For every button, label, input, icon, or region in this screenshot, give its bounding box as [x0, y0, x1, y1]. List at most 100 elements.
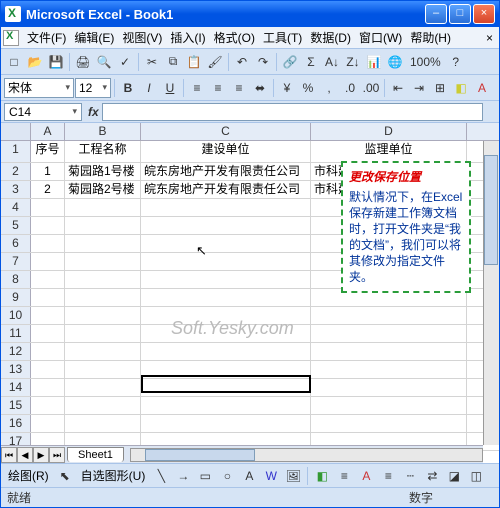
menu-data[interactable]: 数据(D): [306, 27, 355, 48]
cell[interactable]: [31, 271, 65, 288]
format-painter-icon[interactable]: 🖌: [205, 52, 225, 72]
line-icon[interactable]: ╲: [151, 466, 171, 486]
cell[interactable]: [311, 307, 467, 324]
row-header[interactable]: 5: [1, 217, 31, 234]
tab-nav-prev-icon[interactable]: ◀: [17, 447, 33, 463]
cell[interactable]: [31, 379, 65, 396]
menu-help[interactable]: 帮助(H): [406, 27, 455, 48]
tab-nav-first-icon[interactable]: ⏮: [1, 447, 17, 463]
header-cell-D[interactable]: 监理单位: [311, 141, 467, 162]
row-header[interactable]: 2: [1, 163, 31, 180]
menu-format[interactable]: 格式(O): [210, 27, 259, 48]
cell[interactable]: [65, 289, 141, 306]
hscroll-thumb[interactable]: [145, 449, 255, 461]
worksheet-grid[interactable]: A B C D 1序号工程名称建设单位监理单位21菊园路1号楼皖东房地产开发有限…: [1, 123, 499, 463]
row-header[interactable]: 15: [1, 397, 31, 414]
menu-tools[interactable]: 工具(T): [259, 27, 306, 48]
currency-icon[interactable]: ¥: [277, 78, 297, 98]
autoshapes-menu[interactable]: 自选图形(U): [77, 465, 150, 486]
italic-button[interactable]: I: [139, 78, 159, 98]
oval-icon[interactable]: ○: [217, 466, 237, 486]
cell[interactable]: [311, 325, 467, 342]
sort-desc-icon[interactable]: Z↓: [343, 52, 363, 72]
save-icon[interactable]: 💾: [46, 52, 66, 72]
cell[interactable]: [65, 415, 141, 432]
vertical-scrollbar[interactable]: [483, 141, 499, 445]
autosum-icon[interactable]: Σ: [301, 52, 321, 72]
merge-center-icon[interactable]: ⬌: [250, 78, 270, 98]
arrow-icon[interactable]: →: [173, 466, 193, 486]
name-box[interactable]: C14 ▾: [4, 103, 82, 121]
cell[interactable]: 皖东房地产开发有限责任公司: [141, 163, 311, 180]
redo-icon[interactable]: ↷: [253, 52, 273, 72]
copy-icon[interactable]: ⧉: [163, 52, 183, 72]
cell[interactable]: [65, 325, 141, 342]
comma-icon[interactable]: ,: [319, 78, 339, 98]
open-icon[interactable]: 📂: [25, 52, 45, 72]
cut-icon[interactable]: ✂: [142, 52, 162, 72]
help-icon[interactable]: ?: [446, 52, 466, 72]
row-header[interactable]: 8: [1, 271, 31, 288]
row-header[interactable]: 16: [1, 415, 31, 432]
header-cell-C[interactable]: 建设单位: [141, 141, 311, 162]
cell[interactable]: [311, 415, 467, 432]
wordart-icon[interactable]: W: [261, 466, 281, 486]
draw-menu[interactable]: 绘图(R): [4, 465, 53, 486]
line-color-icon[interactable]: ≡: [334, 466, 354, 486]
cell[interactable]: [311, 379, 467, 396]
percent-icon[interactable]: %: [298, 78, 318, 98]
row-header[interactable]: 3: [1, 181, 31, 198]
cell[interactable]: [141, 217, 311, 234]
cell[interactable]: [31, 289, 65, 306]
hyperlink-icon[interactable]: 🔗: [280, 52, 300, 72]
bold-button[interactable]: B: [118, 78, 138, 98]
cell[interactable]: [65, 361, 141, 378]
cell[interactable]: [65, 271, 141, 288]
row-header[interactable]: 9: [1, 289, 31, 306]
cell[interactable]: [311, 361, 467, 378]
cell[interactable]: [65, 379, 141, 396]
menu-file[interactable]: 文件(F): [23, 27, 70, 48]
fill-color-icon[interactable]: ◧: [451, 78, 471, 98]
inc-decimal-icon[interactable]: .0: [340, 78, 360, 98]
research-icon[interactable]: 🌐: [385, 52, 405, 72]
dash-style-icon[interactable]: ┄: [400, 466, 420, 486]
cell[interactable]: [65, 217, 141, 234]
menu-window[interactable]: 窗口(W): [355, 27, 406, 48]
excel-doc-icon[interactable]: [3, 30, 19, 46]
menu-insert[interactable]: 插入(I): [166, 27, 209, 48]
minimize-button[interactable]: –: [425, 4, 447, 24]
spell-icon[interactable]: ✓: [115, 52, 135, 72]
dec-indent-icon[interactable]: ⇤: [388, 78, 408, 98]
select-all-corner[interactable]: [1, 123, 31, 140]
header-cell-B[interactable]: 工程名称: [65, 141, 141, 162]
align-right-icon[interactable]: ≡: [229, 78, 249, 98]
cell[interactable]: [65, 343, 141, 360]
inc-indent-icon[interactable]: ⇥: [409, 78, 429, 98]
print-icon[interactable]: 🖨: [73, 52, 93, 72]
close-doc-button[interactable]: ×: [482, 29, 497, 47]
font-color2-icon[interactable]: A: [356, 466, 376, 486]
cell[interactable]: [141, 307, 311, 324]
cell[interactable]: [31, 397, 65, 414]
formula-bar[interactable]: [102, 103, 483, 121]
cell[interactable]: [141, 271, 311, 288]
line-style-icon[interactable]: ≡: [378, 466, 398, 486]
cell[interactable]: [141, 325, 311, 342]
cell[interactable]: [31, 199, 65, 216]
align-center-icon[interactable]: ≡: [208, 78, 228, 98]
fx-icon[interactable]: fx: [85, 105, 102, 119]
borders-icon[interactable]: ⊞: [430, 78, 450, 98]
dec-decimal-icon[interactable]: .00: [361, 78, 381, 98]
cell[interactable]: [141, 415, 311, 432]
sheet-tab[interactable]: Sheet1: [67, 447, 124, 462]
font-size-combo[interactable]: 12 ▾: [75, 78, 111, 98]
cell[interactable]: [141, 397, 311, 414]
col-header-d[interactable]: D: [311, 123, 467, 140]
cell[interactable]: [31, 307, 65, 324]
paste-icon[interactable]: 📋: [184, 52, 204, 72]
cell[interactable]: [65, 199, 141, 216]
sort-asc-icon[interactable]: A↓: [322, 52, 342, 72]
threed-icon[interactable]: ◫: [466, 466, 486, 486]
font-name-combo[interactable]: 宋体 ▾: [4, 78, 74, 98]
